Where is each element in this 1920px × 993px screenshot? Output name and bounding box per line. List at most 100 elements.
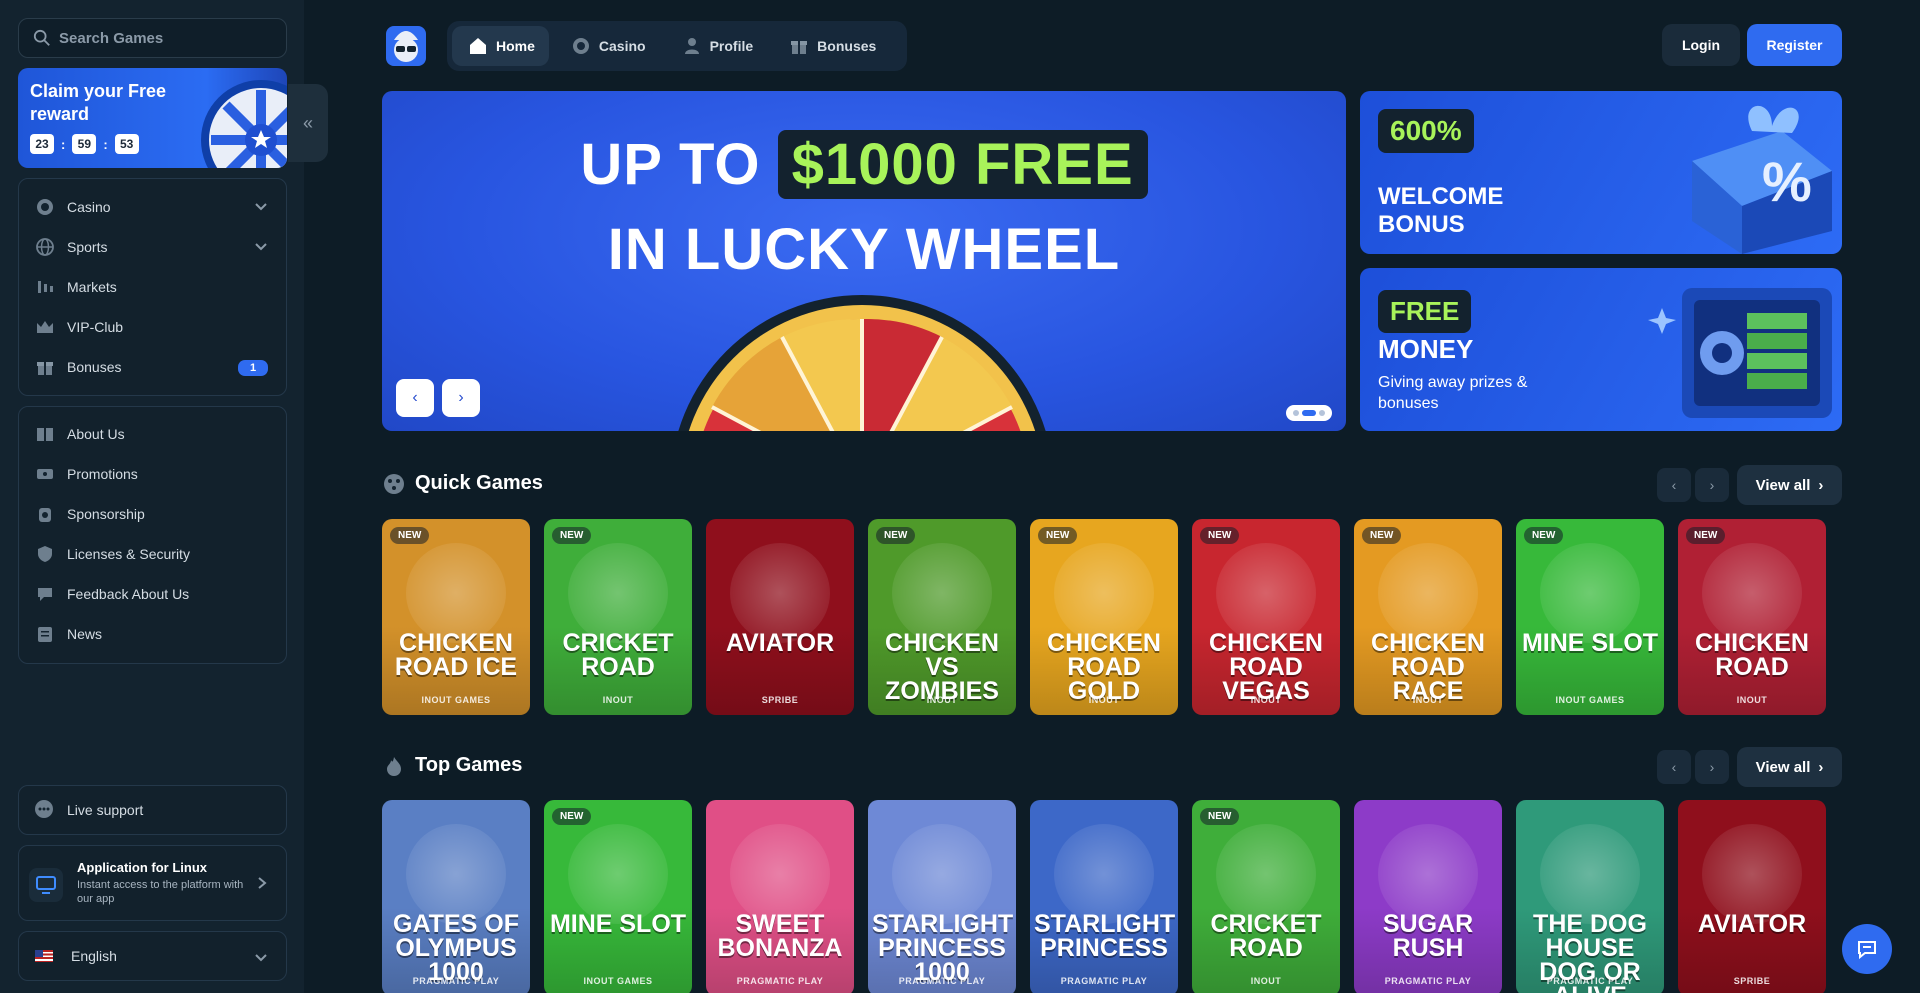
gift-icon	[35, 357, 55, 377]
hero-banner[interactable]: UP TO $1000 FREE IN LUCKY WHEEL ‹ ›	[382, 91, 1346, 431]
search-box[interactable]	[18, 18, 287, 58]
top-games-next-button[interactable]: ›	[1695, 750, 1729, 784]
quick-games-next-button[interactable]: ›	[1695, 468, 1729, 502]
game-card[interactable]: STARLIGHT PRINCESS PRAGMATIC PLAY	[1030, 800, 1178, 993]
game-card[interactable]: SWEET BONANZA PRAGMATIC PLAY	[706, 800, 854, 993]
game-provider: PRAGMATIC PLAY	[898, 976, 986, 986]
game-artwork	[1702, 543, 1802, 643]
sidebar-item-casino[interactable]: Casino	[19, 187, 286, 227]
game-card[interactable]: NEW CHICKEN ROAD GOLD INOUT	[1030, 519, 1178, 715]
sidebar-item-about-us[interactable]: About Us	[19, 414, 286, 454]
register-button[interactable]: Register	[1747, 24, 1842, 66]
game-card[interactable]: NEW CHICKEN ROAD RACE INOUT	[1354, 519, 1502, 715]
hero-subline: IN LUCKY WHEEL	[607, 217, 1121, 282]
game-provider: INOUT GAMES	[421, 695, 491, 705]
news-icon	[35, 624, 55, 644]
sidebar-item-vip-club[interactable]: VIP-Club	[19, 307, 286, 347]
new-badge: NEW	[1362, 527, 1402, 544]
game-card[interactable]: STARLIGHT PRINCESS 1000 PRAGMATIC PLAY	[868, 800, 1016, 993]
game-provider: INOUT GAMES	[583, 976, 653, 986]
tab-home[interactable]: Home	[452, 26, 549, 66]
new-badge: NEW	[1200, 527, 1240, 544]
sidebar-item-feedback[interactable]: Feedback About Us	[19, 574, 286, 614]
game-artwork	[1378, 543, 1478, 643]
top-games-view-all-button[interactable]: View all ›	[1737, 747, 1842, 787]
sidebar-item-sports[interactable]: Sports	[19, 227, 286, 267]
claim-reward-banner[interactable]: Claim your Free reward 23 : 59 : 53	[18, 68, 287, 168]
chat-button[interactable]	[1842, 924, 1892, 974]
game-artwork	[1054, 543, 1154, 643]
sidebar-item-promotions[interactable]: Promotions	[19, 454, 286, 494]
game-provider: INOUT	[1088, 695, 1120, 705]
tab-label: Bonuses	[817, 38, 877, 54]
sidebar-item-bonuses[interactable]: Bonuses 1	[19, 347, 286, 387]
game-title: CRICKET ROAD	[1210, 910, 1322, 962]
user-icon	[684, 38, 699, 54]
promo-title: MONEY	[1378, 334, 1474, 364]
game-card[interactable]: AVIATOR SPRIBE	[706, 519, 854, 715]
timer-minutes: 59	[72, 134, 97, 154]
language-selector[interactable]: English	[18, 931, 287, 981]
sidebar-item-label: Bonuses	[67, 359, 122, 375]
game-artwork	[1216, 824, 1316, 924]
reward-title: Claim your Free reward	[30, 81, 167, 124]
us-flag-icon	[35, 950, 53, 962]
game-artwork	[892, 824, 992, 924]
app-title: Application for Linux	[77, 860, 207, 875]
game-card[interactable]: NEW CHICKEN VS ZOMBIES INOUT	[868, 519, 1016, 715]
login-button[interactable]: Login	[1662, 24, 1740, 66]
search-input[interactable]	[59, 29, 259, 47]
free-money-card[interactable]: FREE MONEY Giving away prizes & bonuses	[1360, 268, 1842, 431]
game-card[interactable]: GATES OF OLYMPUS 1000 PRAGMATIC PLAY	[382, 800, 530, 993]
collapse-sidebar-button[interactable]: «	[288, 84, 328, 162]
tab-profile[interactable]: Profile	[666, 26, 768, 66]
quick-games-view-all-button[interactable]: View all ›	[1737, 465, 1842, 505]
tab-bonuses[interactable]: Bonuses	[773, 26, 890, 66]
game-card[interactable]: THE DOG HOUSE DOG OR ALIVEPRAGMATIC PLAY	[1516, 800, 1664, 993]
gift-icon	[791, 41, 808, 54]
game-provider: PRAGMATIC PLAY	[1546, 976, 1634, 986]
linux-app-banner[interactable]: Application for Linux Instant access to …	[18, 845, 287, 921]
game-provider: PRAGMATIC PLAY	[1060, 976, 1148, 986]
game-card[interactable]: NEW MINE SLOT INOUT GAMES	[544, 800, 692, 993]
game-card[interactable]: NEW CHICKEN ROAD ICE INOUT GAMES	[382, 519, 530, 715]
double-chevron-left-icon: «	[302, 112, 313, 133]
site-logo[interactable]	[384, 22, 428, 68]
game-artwork	[568, 824, 668, 924]
sidebar-item-label: VIP-Club	[67, 319, 124, 335]
game-card[interactable]: AVIATOR SPRIBE	[1678, 800, 1826, 993]
top-games-prev-button[interactable]: ‹	[1657, 750, 1691, 784]
main-nav-panel: Casino Sports Markets VIP-Club Bonuses 1	[18, 178, 287, 396]
top-games-row: GATES OF OLYMPUS 1000 PRAGMATIC PLAY NEW MI…	[382, 800, 1842, 993]
live-support-button[interactable]: Live support	[18, 785, 287, 835]
welcome-bonus-card[interactable]: % 600% WELCOME BONUS	[1360, 91, 1842, 254]
game-provider: PRAGMATIC PLAY	[1384, 976, 1472, 986]
game-artwork	[1702, 824, 1802, 924]
section-title: Top Games	[415, 754, 523, 776]
hero-prev-button[interactable]: ‹	[396, 379, 434, 417]
sidebar-item-licenses-security[interactable]: Licenses & Security	[19, 534, 286, 574]
sidebar-item-news[interactable]: News	[19, 614, 286, 654]
sidebar-item-label: Promotions	[67, 466, 138, 482]
game-card[interactable]: NEW CRICKET ROAD INOUT	[544, 519, 692, 715]
sidebar-item-markets[interactable]: Markets	[19, 267, 286, 307]
game-card[interactable]: NEW MINE SLOT INOUT GAMES	[1516, 519, 1664, 715]
game-provider: INOUT	[926, 695, 958, 705]
game-artwork	[406, 543, 506, 643]
sidebar-item-label: Sports	[67, 239, 108, 255]
quick-games-prev-button[interactable]: ‹	[1657, 468, 1691, 502]
app-subtitle: Instant access to the platform with our …	[77, 879, 244, 905]
tab-casino[interactable]: Casino	[555, 26, 660, 66]
game-card[interactable]: NEW CHICKEN ROAD INOUT	[1678, 519, 1826, 715]
game-card[interactable]: NEW CHICKEN ROAD VEGAS INOUT	[1192, 519, 1340, 715]
game-card[interactable]: NEW CRICKET ROAD INOUT	[1192, 800, 1340, 993]
carousel-dots[interactable]	[1286, 405, 1332, 421]
game-provider: INOUT	[1250, 976, 1282, 986]
promo-tag: FREE	[1378, 290, 1472, 333]
hero-next-button[interactable]: ›	[442, 379, 480, 417]
new-badge: NEW	[1038, 527, 1078, 544]
sponsor-icon	[35, 504, 55, 524]
sidebar-item-sponsorship[interactable]: Sponsorship	[19, 494, 286, 534]
game-artwork	[1540, 824, 1640, 924]
game-card[interactable]: SUGAR RUSH PRAGMATIC PLAY	[1354, 800, 1502, 993]
